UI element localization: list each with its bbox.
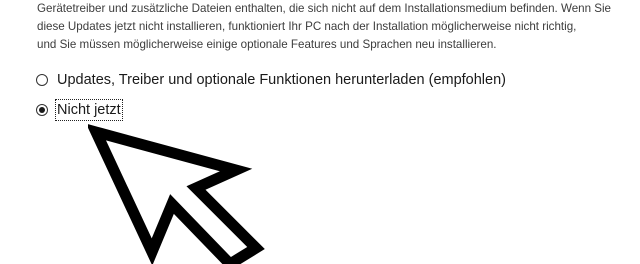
radio-option-not-now[interactable]: Nicht jetzt (36, 99, 123, 121)
description-line-3: und Sie müssen möglicherweise einige opt… (37, 38, 497, 51)
radio-option-download-updates[interactable]: Updates, Treiber und optionale Funktione… (36, 70, 507, 90)
radio-label-download-updates[interactable]: Updates, Treiber und optionale Funktione… (56, 70, 507, 90)
description-line-2: diese Updates jetzt nicht installieren, … (37, 20, 577, 33)
mouse-pointer-arrow-icon (88, 124, 265, 264)
radio-button-not-now[interactable] (36, 104, 48, 116)
update-description-text: Gerätetreiber und zusätzliche Dateien en… (37, 0, 637, 54)
radio-label-not-now[interactable]: Nicht jetzt (55, 99, 123, 121)
description-line-1: Gerätetreiber und zusätzliche Dateien en… (37, 2, 612, 15)
radio-button-download-updates[interactable] (36, 74, 48, 86)
